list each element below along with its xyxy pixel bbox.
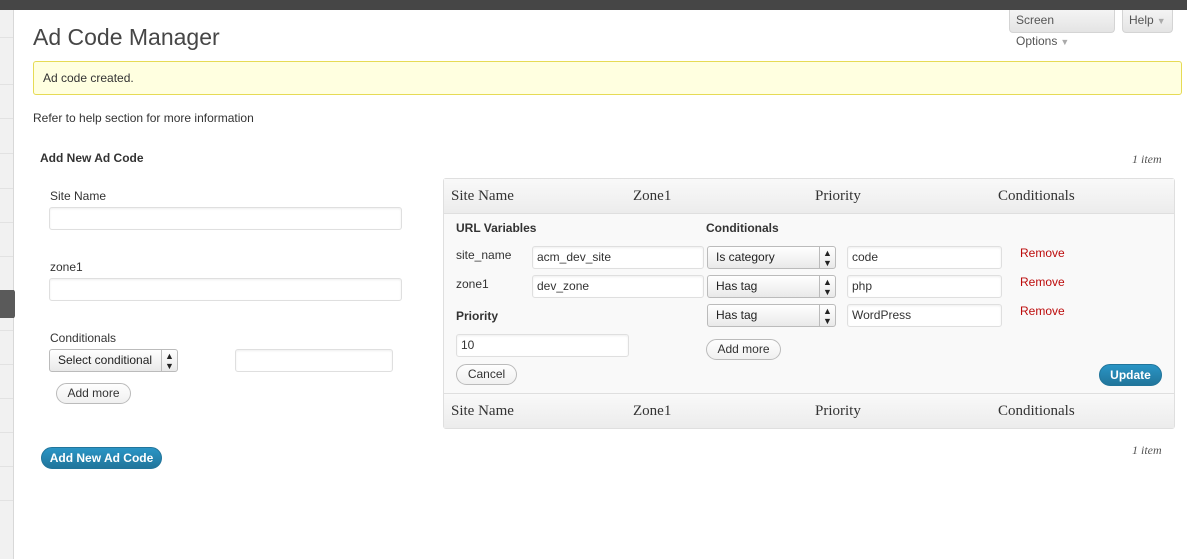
conditional-value-input[interactable]: php xyxy=(847,275,1002,298)
menu-separator xyxy=(0,432,13,433)
column-priority[interactable]: Priority xyxy=(815,179,861,214)
add-new-ad-code-button[interactable]: Add New Ad Code xyxy=(41,447,162,469)
menu-separator xyxy=(0,84,13,85)
conditional-function-select[interactable]: Has tag ▲ ▼ xyxy=(707,304,836,327)
conditionals-label: Conditionals xyxy=(50,331,117,345)
success-notice: Ad code created. xyxy=(33,61,1182,95)
add-form-heading: Add New Ad Code xyxy=(40,151,144,165)
select-arrows-icon: ▲ ▼ xyxy=(819,305,835,326)
menu-separator xyxy=(0,398,13,399)
admin-bar xyxy=(0,0,1187,10)
column-conditionals[interactable]: Conditionals xyxy=(998,394,1075,429)
select-arrows-icon: ▲ ▼ xyxy=(819,276,835,297)
conditional-function-select[interactable]: Is category ▲ ▼ xyxy=(707,246,836,269)
conditionals-heading: Conditionals xyxy=(706,221,779,235)
url-variables-heading: URL Variables xyxy=(456,221,537,235)
main-content: Screen Options ▼ Help ▼ Ad Code Manager Ad… xyxy=(15,10,1187,559)
remove-conditional-link[interactable]: Remove xyxy=(1020,246,1065,260)
menu-separator xyxy=(0,37,13,38)
priority-input[interactable]: 10 xyxy=(456,334,629,357)
caret-down-icon: ▼ xyxy=(1156,16,1166,26)
conditional-value-input[interactable]: code xyxy=(847,246,1002,269)
menu-separator xyxy=(0,330,13,331)
conditional-function-value: Has tag xyxy=(716,279,758,293)
site-name-label: Site Name xyxy=(50,189,107,203)
variable-label-zone1: zone1 xyxy=(456,277,489,291)
conditional-function-value: Has tag xyxy=(716,308,758,322)
column-conditionals[interactable]: Conditionals xyxy=(998,179,1075,214)
variable-label-site-name: site_name xyxy=(456,248,512,262)
table-footer: Site Name Zone1 Priority Conditionals xyxy=(444,393,1174,428)
conditional-select[interactable]: Select conditional ▲ ▼ xyxy=(49,349,178,372)
menu-separator xyxy=(0,222,13,223)
update-button[interactable]: Update xyxy=(1099,364,1162,386)
menu-separator xyxy=(0,188,13,189)
help-text: Refer to help section for more informati… xyxy=(33,111,254,125)
help-button[interactable]: Help ▼ xyxy=(1122,10,1173,33)
screen-options-label: Screen Options xyxy=(1016,13,1058,48)
column-zone1[interactable]: Zone1 xyxy=(633,394,671,429)
remove-conditional-link[interactable]: Remove xyxy=(1020,304,1065,318)
caret-down-icon: ▼ xyxy=(1060,37,1070,47)
menu-separator xyxy=(0,153,13,154)
admin-menu-strip xyxy=(0,10,14,559)
item-count-top: 1 item xyxy=(1132,152,1162,166)
column-site-name[interactable]: Site Name xyxy=(451,179,514,214)
priority-label: Priority xyxy=(456,309,499,323)
select-arrows-icon: ▲ ▼ xyxy=(161,350,177,371)
menu-separator xyxy=(0,500,13,501)
column-zone1[interactable]: Zone1 xyxy=(633,179,671,214)
site-name-input[interactable] xyxy=(49,207,402,230)
variable-input-site-name[interactable]: acm_dev_site xyxy=(532,246,704,269)
zone1-input[interactable] xyxy=(49,278,402,301)
add-more-button[interactable]: Add more xyxy=(56,383,131,404)
page-title: Ad Code Manager xyxy=(33,24,220,50)
zone1-label: zone1 xyxy=(50,260,83,274)
add-more-conditional-button[interactable]: Add more xyxy=(706,339,781,360)
screen-options-button[interactable]: Screen Options ▼ xyxy=(1009,10,1115,48)
column-priority[interactable]: Priority xyxy=(815,394,861,429)
menu-separator xyxy=(0,256,13,257)
select-arrows-icon: ▲ ▼ xyxy=(819,247,835,268)
table-header: Site Name Zone1 Priority Conditionals xyxy=(444,179,1174,214)
column-site-name[interactable]: Site Name xyxy=(451,394,514,429)
conditional-select-value: Select conditional xyxy=(58,353,153,367)
notice-text: Ad code created. xyxy=(43,71,134,85)
item-count-bottom: 1 item xyxy=(1132,443,1162,457)
cancel-button[interactable]: Cancel xyxy=(456,364,517,385)
menu-separator xyxy=(0,118,13,119)
variable-input-zone1[interactable]: dev_zone xyxy=(532,275,704,298)
menu-separator xyxy=(0,364,13,365)
remove-conditional-link[interactable]: Remove xyxy=(1020,275,1065,289)
ad-codes-table: Site Name Zone1 Priority Conditionals UR… xyxy=(443,178,1175,429)
menu-separator xyxy=(0,466,13,467)
conditional-value-input[interactable] xyxy=(235,349,393,372)
conditional-function-value: Is category xyxy=(716,250,775,264)
help-label: Help xyxy=(1129,13,1154,27)
conditional-value-input[interactable]: WordPress xyxy=(847,304,1002,327)
conditional-function-select[interactable]: Has tag ▲ ▼ xyxy=(707,275,836,298)
